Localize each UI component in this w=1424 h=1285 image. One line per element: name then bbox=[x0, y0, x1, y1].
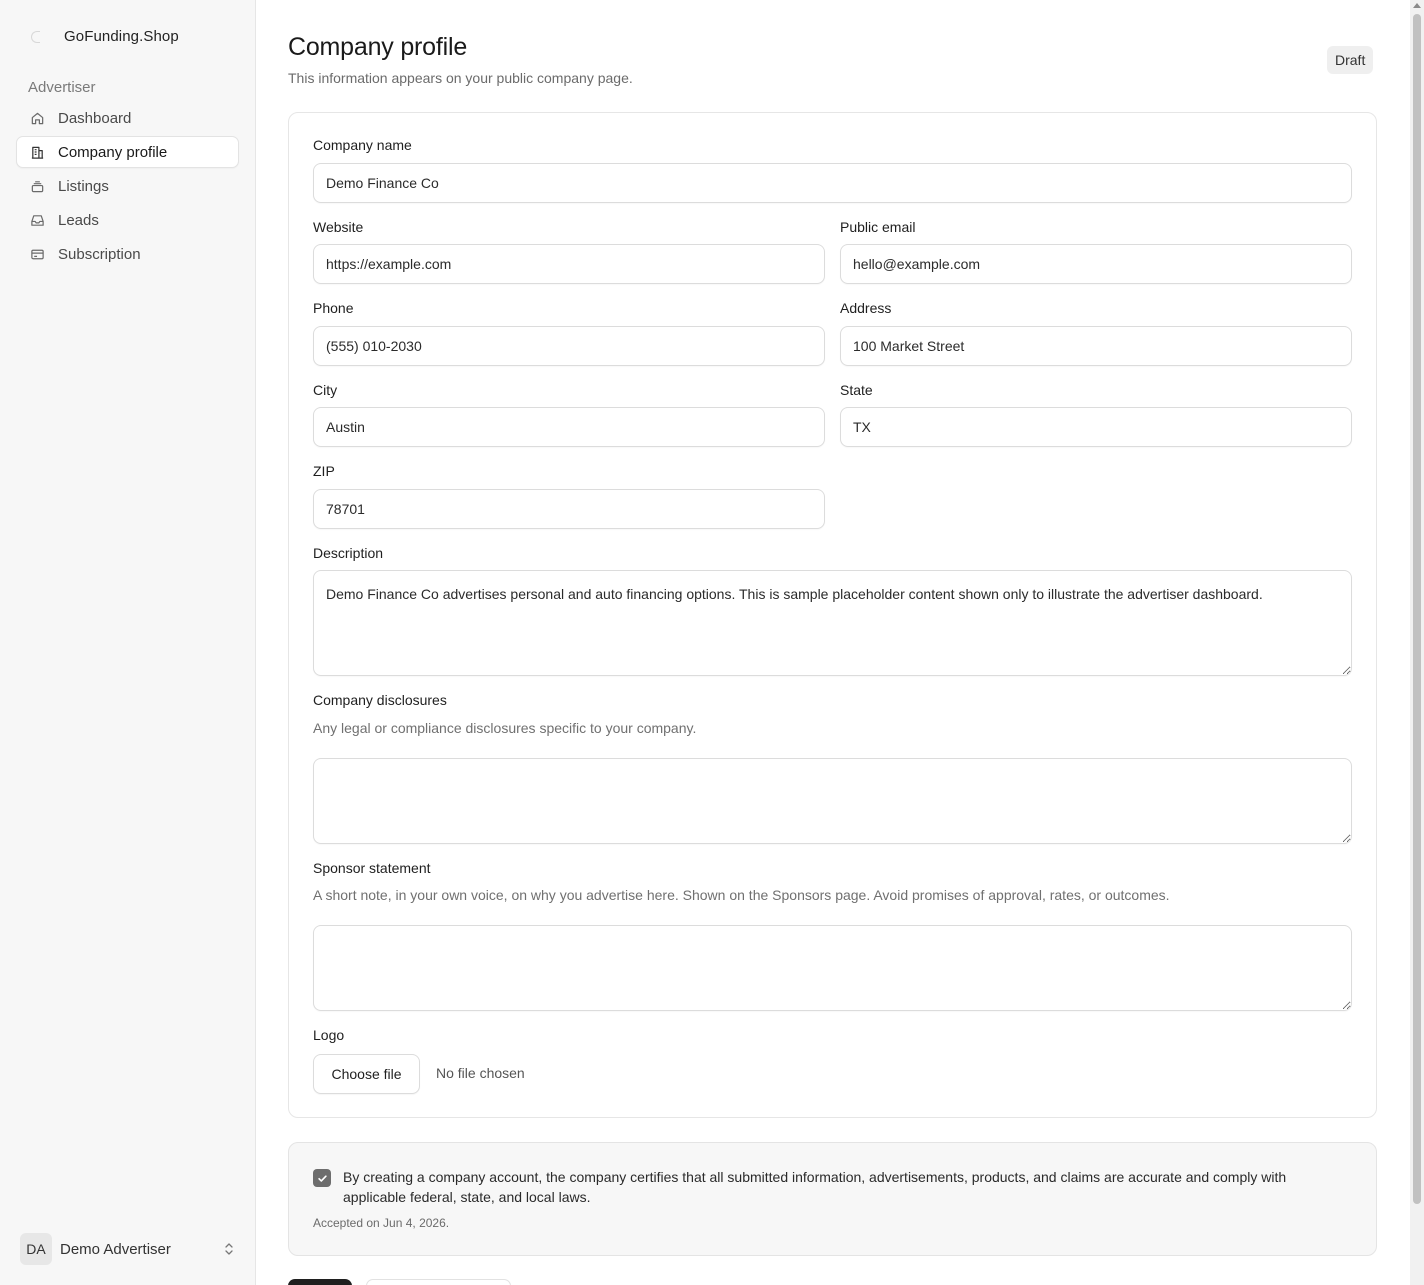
home-icon bbox=[29, 110, 45, 126]
credit-card-icon bbox=[29, 246, 45, 262]
chevron-up-down-icon bbox=[222, 1241, 236, 1257]
sponsor-statement-label: Sponsor statement bbox=[313, 860, 431, 876]
sidebar-item-label: Listings bbox=[58, 177, 109, 195]
inbox-icon bbox=[29, 212, 45, 228]
save-button[interactable] bbox=[288, 1279, 352, 1285]
building-icon bbox=[29, 144, 45, 160]
sidebar-item-dashboard[interactable]: Dashboard bbox=[16, 102, 239, 134]
secondary-button[interactable] bbox=[366, 1279, 511, 1285]
scrollbar-thumb[interactable] bbox=[1413, 14, 1421, 1204]
disclosures-help: Any legal or compliance disclosures spec… bbox=[313, 720, 697, 736]
logo-label: Logo bbox=[313, 1027, 345, 1043]
status-badge: Draft bbox=[1327, 46, 1374, 74]
zip-input[interactable] bbox=[313, 489, 825, 529]
address-label: Address bbox=[840, 300, 892, 316]
consent-checkbox[interactable] bbox=[313, 1169, 331, 1187]
sidebar-item-label: Leads bbox=[58, 211, 99, 229]
disclosures-textarea[interactable] bbox=[313, 758, 1352, 844]
sponsor-statement-help: A short note, in your own voice, on why … bbox=[313, 887, 1170, 903]
sidebar-section-label: Advertiser bbox=[28, 79, 96, 96]
sidebar-item-company-profile[interactable]: Company profile bbox=[16, 136, 239, 168]
city-input[interactable] bbox=[313, 407, 825, 447]
phone-input[interactable] bbox=[313, 326, 825, 366]
consent-card: By creating a company account, the compa… bbox=[288, 1142, 1377, 1256]
consent-accepted-date: Accepted on Jun 4, 2026. bbox=[313, 1216, 450, 1230]
website-label: Website bbox=[313, 219, 364, 235]
sidebar: GoFunding.Shop Advertiser Dashboard Comp… bbox=[0, 0, 256, 1285]
choose-file-button[interactable]: Choose file bbox=[313, 1054, 420, 1094]
description-textarea[interactable]: Demo Finance Co advertises personal and … bbox=[313, 570, 1352, 676]
page-title: Company profile bbox=[288, 33, 468, 61]
sidebar-item-listings[interactable]: Listings bbox=[16, 170, 239, 202]
check-icon bbox=[317, 1174, 327, 1182]
company-name-input[interactable] bbox=[313, 163, 1352, 203]
company-name-label: Company name bbox=[313, 137, 412, 153]
city-label: City bbox=[313, 382, 338, 398]
page-subtitle: This information appears on your public … bbox=[288, 70, 633, 86]
sponsor-statement-textarea[interactable] bbox=[313, 925, 1352, 1011]
disclosures-label: Company disclosures bbox=[313, 692, 447, 708]
brand[interactable]: GoFunding.Shop bbox=[28, 26, 179, 46]
sidebar-item-label: Subscription bbox=[58, 245, 141, 263]
address-input[interactable] bbox=[840, 326, 1352, 366]
zip-label: ZIP bbox=[313, 463, 335, 479]
sidebar-nav: Dashboard Company profile Listings Leads… bbox=[16, 102, 239, 272]
phone-label: Phone bbox=[313, 300, 354, 316]
sidebar-item-leads[interactable]: Leads bbox=[16, 204, 239, 236]
website-input[interactable] bbox=[313, 244, 825, 284]
file-status: No file chosen bbox=[436, 1065, 525, 1081]
scroll-up-arrow-icon[interactable] bbox=[1413, 3, 1421, 8]
sidebar-item-subscription[interactable]: Subscription bbox=[16, 238, 239, 270]
scrollbar[interactable] bbox=[1410, 0, 1424, 1285]
profile-form-card: Company name Website Public email Phone … bbox=[288, 112, 1377, 1118]
brand-name: GoFunding.Shop bbox=[64, 27, 179, 45]
main-content: Company profile This information appears… bbox=[256, 0, 1410, 1285]
state-label: State bbox=[840, 382, 873, 398]
sidebar-item-label: Company profile bbox=[58, 143, 168, 161]
sidebar-item-label: Dashboard bbox=[58, 109, 132, 127]
user-name: Demo Advertiser bbox=[60, 1240, 171, 1258]
public-email-label: Public email bbox=[840, 219, 916, 235]
layers-icon bbox=[29, 178, 45, 194]
state-input[interactable] bbox=[840, 407, 1352, 447]
public-email-input[interactable] bbox=[840, 244, 1352, 284]
user-menu[interactable]: DA Demo Advertiser bbox=[20, 1233, 236, 1265]
consent-text: By creating a company account, the compa… bbox=[343, 1169, 1287, 1205]
description-label: Description bbox=[313, 545, 384, 561]
logo-icon bbox=[28, 28, 44, 44]
avatar: DA bbox=[20, 1233, 52, 1265]
